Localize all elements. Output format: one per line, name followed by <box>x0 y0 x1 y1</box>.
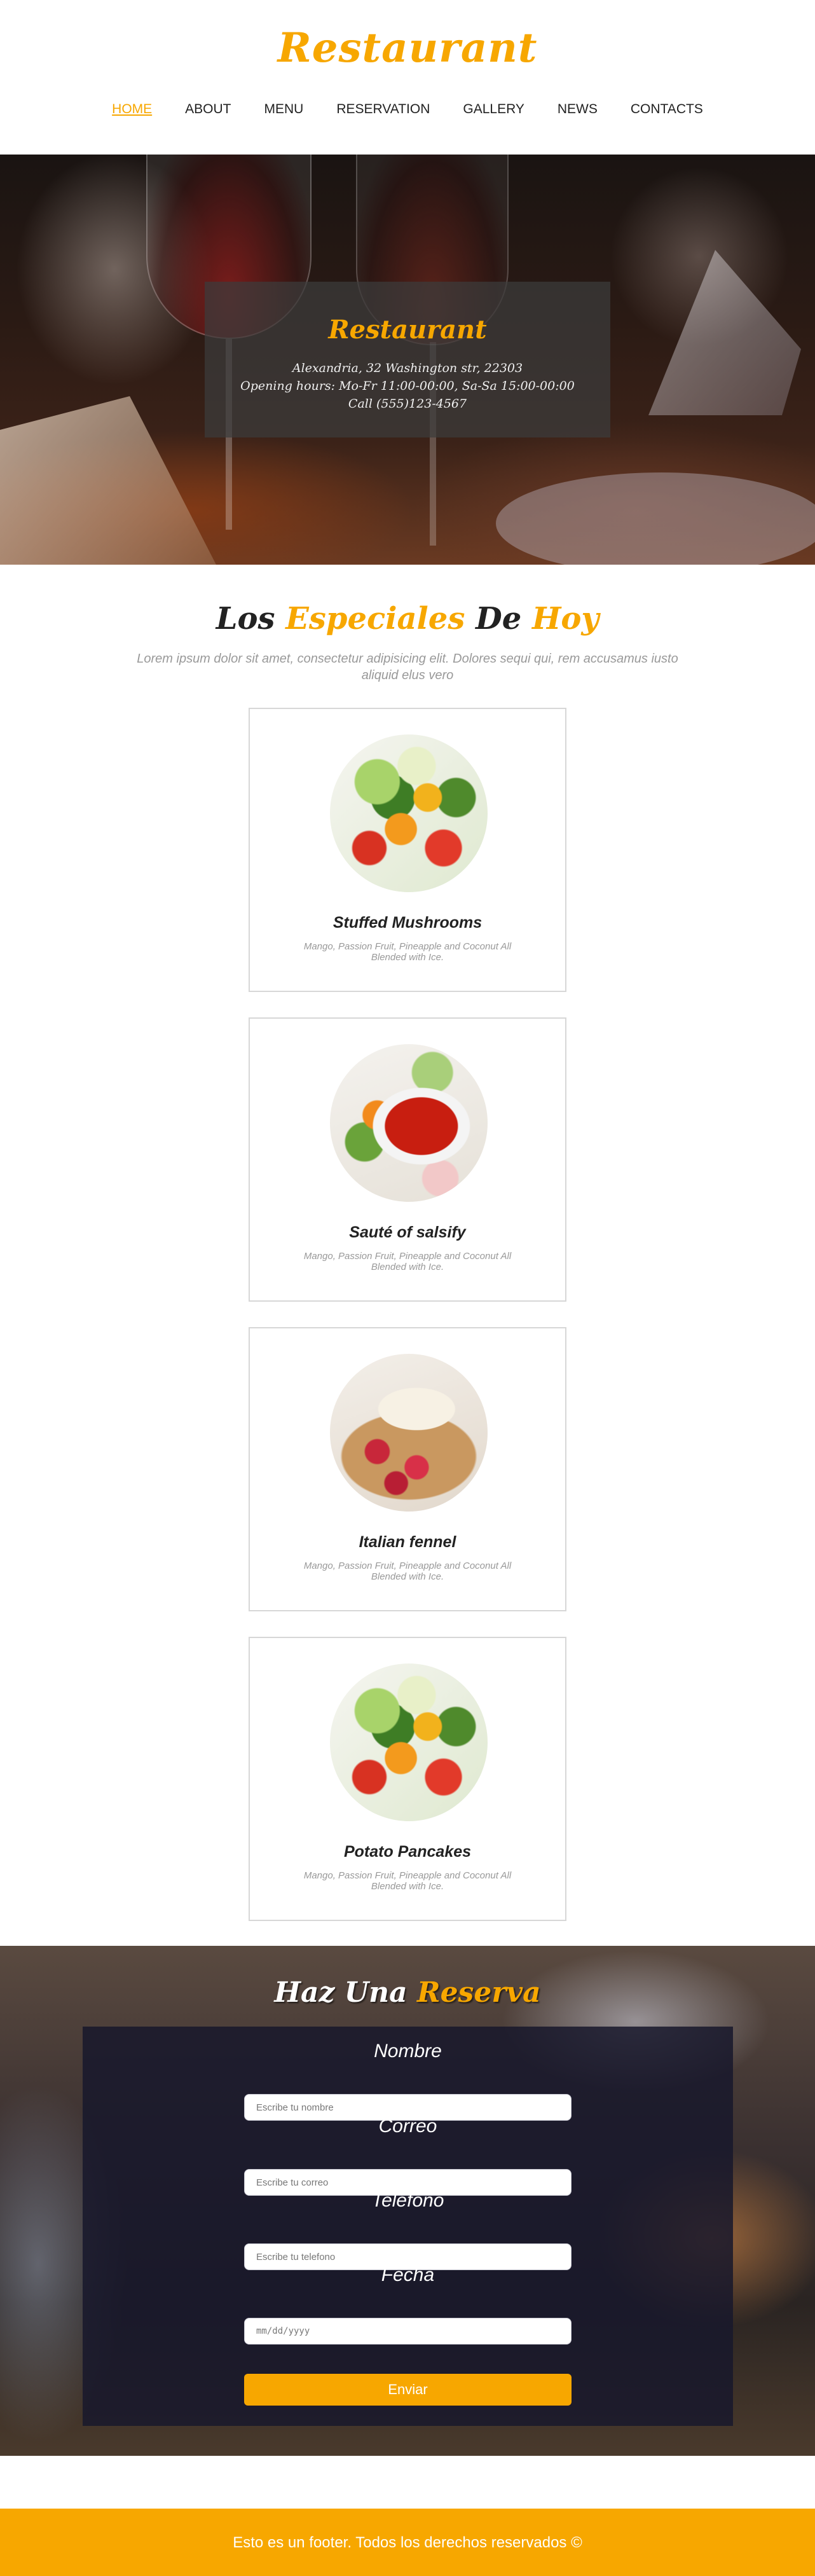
dish-description: Mango, Passion Fruit, Pineapple and Coco… <box>303 1560 512 1582</box>
dish-name: Potato Pancakes <box>343 1843 472 1861</box>
nav-item-about[interactable]: ABOUT <box>168 102 247 117</box>
hero-address: Alexandria, 32 Washington str, 22303 <box>292 361 523 375</box>
email-label: Correo <box>378 2116 437 2137</box>
nav-item-reservation[interactable]: RESERVATION <box>320 102 446 117</box>
specials-subtitle: Lorem ipsum dolor sit amet, consectetur … <box>137 652 678 682</box>
specials-title-accent: Hoy <box>531 601 599 637</box>
footer-text: Esto es un footer. Todos los derechos re… <box>233 2534 582 2551</box>
dish-name: Italian fennel <box>359 1533 456 1551</box>
nav-item-home[interactable]: HOME <box>95 102 168 117</box>
hero-banner: Restaurant Alexandria, 32 Washington str… <box>0 155 815 565</box>
dish-name: Sauté of salsify <box>349 1223 466 1241</box>
hero-plate-image <box>496 472 815 565</box>
dish-description: Mango, Passion Fruit, Pineapple and Coco… <box>303 1251 512 1272</box>
special-card[interactable]: Italian fennel Mango, Passion Fruit, Pin… <box>249 1327 566 1611</box>
submit-button[interactable]: Enviar <box>244 2374 572 2406</box>
date-label: Fecha <box>381 2264 435 2285</box>
dish-photo <box>330 1354 488 1512</box>
reservation-title-part: Una <box>344 1976 408 2009</box>
crepe-image <box>330 1354 488 1512</box>
hero-title: Restaurant <box>328 315 487 345</box>
specials-title-part: Los <box>216 601 275 637</box>
hero-phone[interactable]: Call (555)123-4567 <box>205 397 610 411</box>
specials-title-part: De <box>476 601 522 637</box>
page: Restaurant HOME ABOUT MENU RESERVATION G… <box>0 0 815 2576</box>
special-card[interactable]: Sauté of salsify Mango, Passion Fruit, P… <box>249 1017 566 1302</box>
hero-napkin-image <box>0 396 216 565</box>
site-footer: Esto es un footer. Todos los derechos re… <box>0 2509 815 2576</box>
special-card[interactable]: Potato Pancakes Mango, Passion Fruit, Pi… <box>249 1637 566 1921</box>
reservation-section: Haz Una Reserva Nombre Correo Teléfono F… <box>0 1946 815 2456</box>
dish-photo <box>330 1044 488 1202</box>
special-card[interactable]: Stuffed Mushrooms Mango, Passion Fruit, … <box>249 708 566 992</box>
nav-item-news[interactable]: NEWS <box>541 102 614 117</box>
reservation-title-accent: Reserva <box>417 1976 541 2009</box>
nav-item-contacts[interactable]: CONTACTS <box>614 102 720 117</box>
date-input[interactable] <box>244 2318 572 2345</box>
salsa-image <box>330 1044 488 1202</box>
specials-title-accent: Especiales <box>285 601 465 637</box>
site-header: Restaurant HOME ABOUT MENU RESERVATION G… <box>0 0 815 155</box>
dish-photo <box>330 734 488 892</box>
main-nav: HOME ABOUT MENU RESERVATION GALLERY NEWS… <box>0 102 815 117</box>
dish-name: Stuffed Mushrooms <box>332 914 483 932</box>
reservation-title: Haz Una Reserva <box>0 1976 815 2009</box>
salad-image <box>330 734 488 892</box>
dish-description: Mango, Passion Fruit, Pineapple and Coco… <box>303 1870 512 1892</box>
dish-photo <box>330 1663 488 1821</box>
reservation-title-part: Haz <box>274 1976 335 2009</box>
name-label: Nombre <box>374 2041 442 2062</box>
phone-label: Teléfono <box>371 2190 444 2211</box>
specials-title: Los Especiales De Hoy <box>0 601 815 637</box>
hero-info-card: Restaurant Alexandria, 32 Washington str… <box>205 282 610 437</box>
hero-napkin-image <box>648 250 801 415</box>
dish-description: Mango, Passion Fruit, Pineapple and Coco… <box>303 941 512 963</box>
salad-image <box>330 1663 488 1821</box>
site-logo[interactable]: Restaurant <box>0 24 815 72</box>
reservation-form: Nombre Correo Teléfono Fecha Enviar <box>83 2027 733 2426</box>
hero-hours: Opening hours: Mo-Fr 11:00-00:00, Sa-Sa … <box>240 379 575 393</box>
nav-item-gallery[interactable]: GALLERY <box>446 102 541 117</box>
nav-item-menu[interactable]: MENU <box>248 102 320 117</box>
